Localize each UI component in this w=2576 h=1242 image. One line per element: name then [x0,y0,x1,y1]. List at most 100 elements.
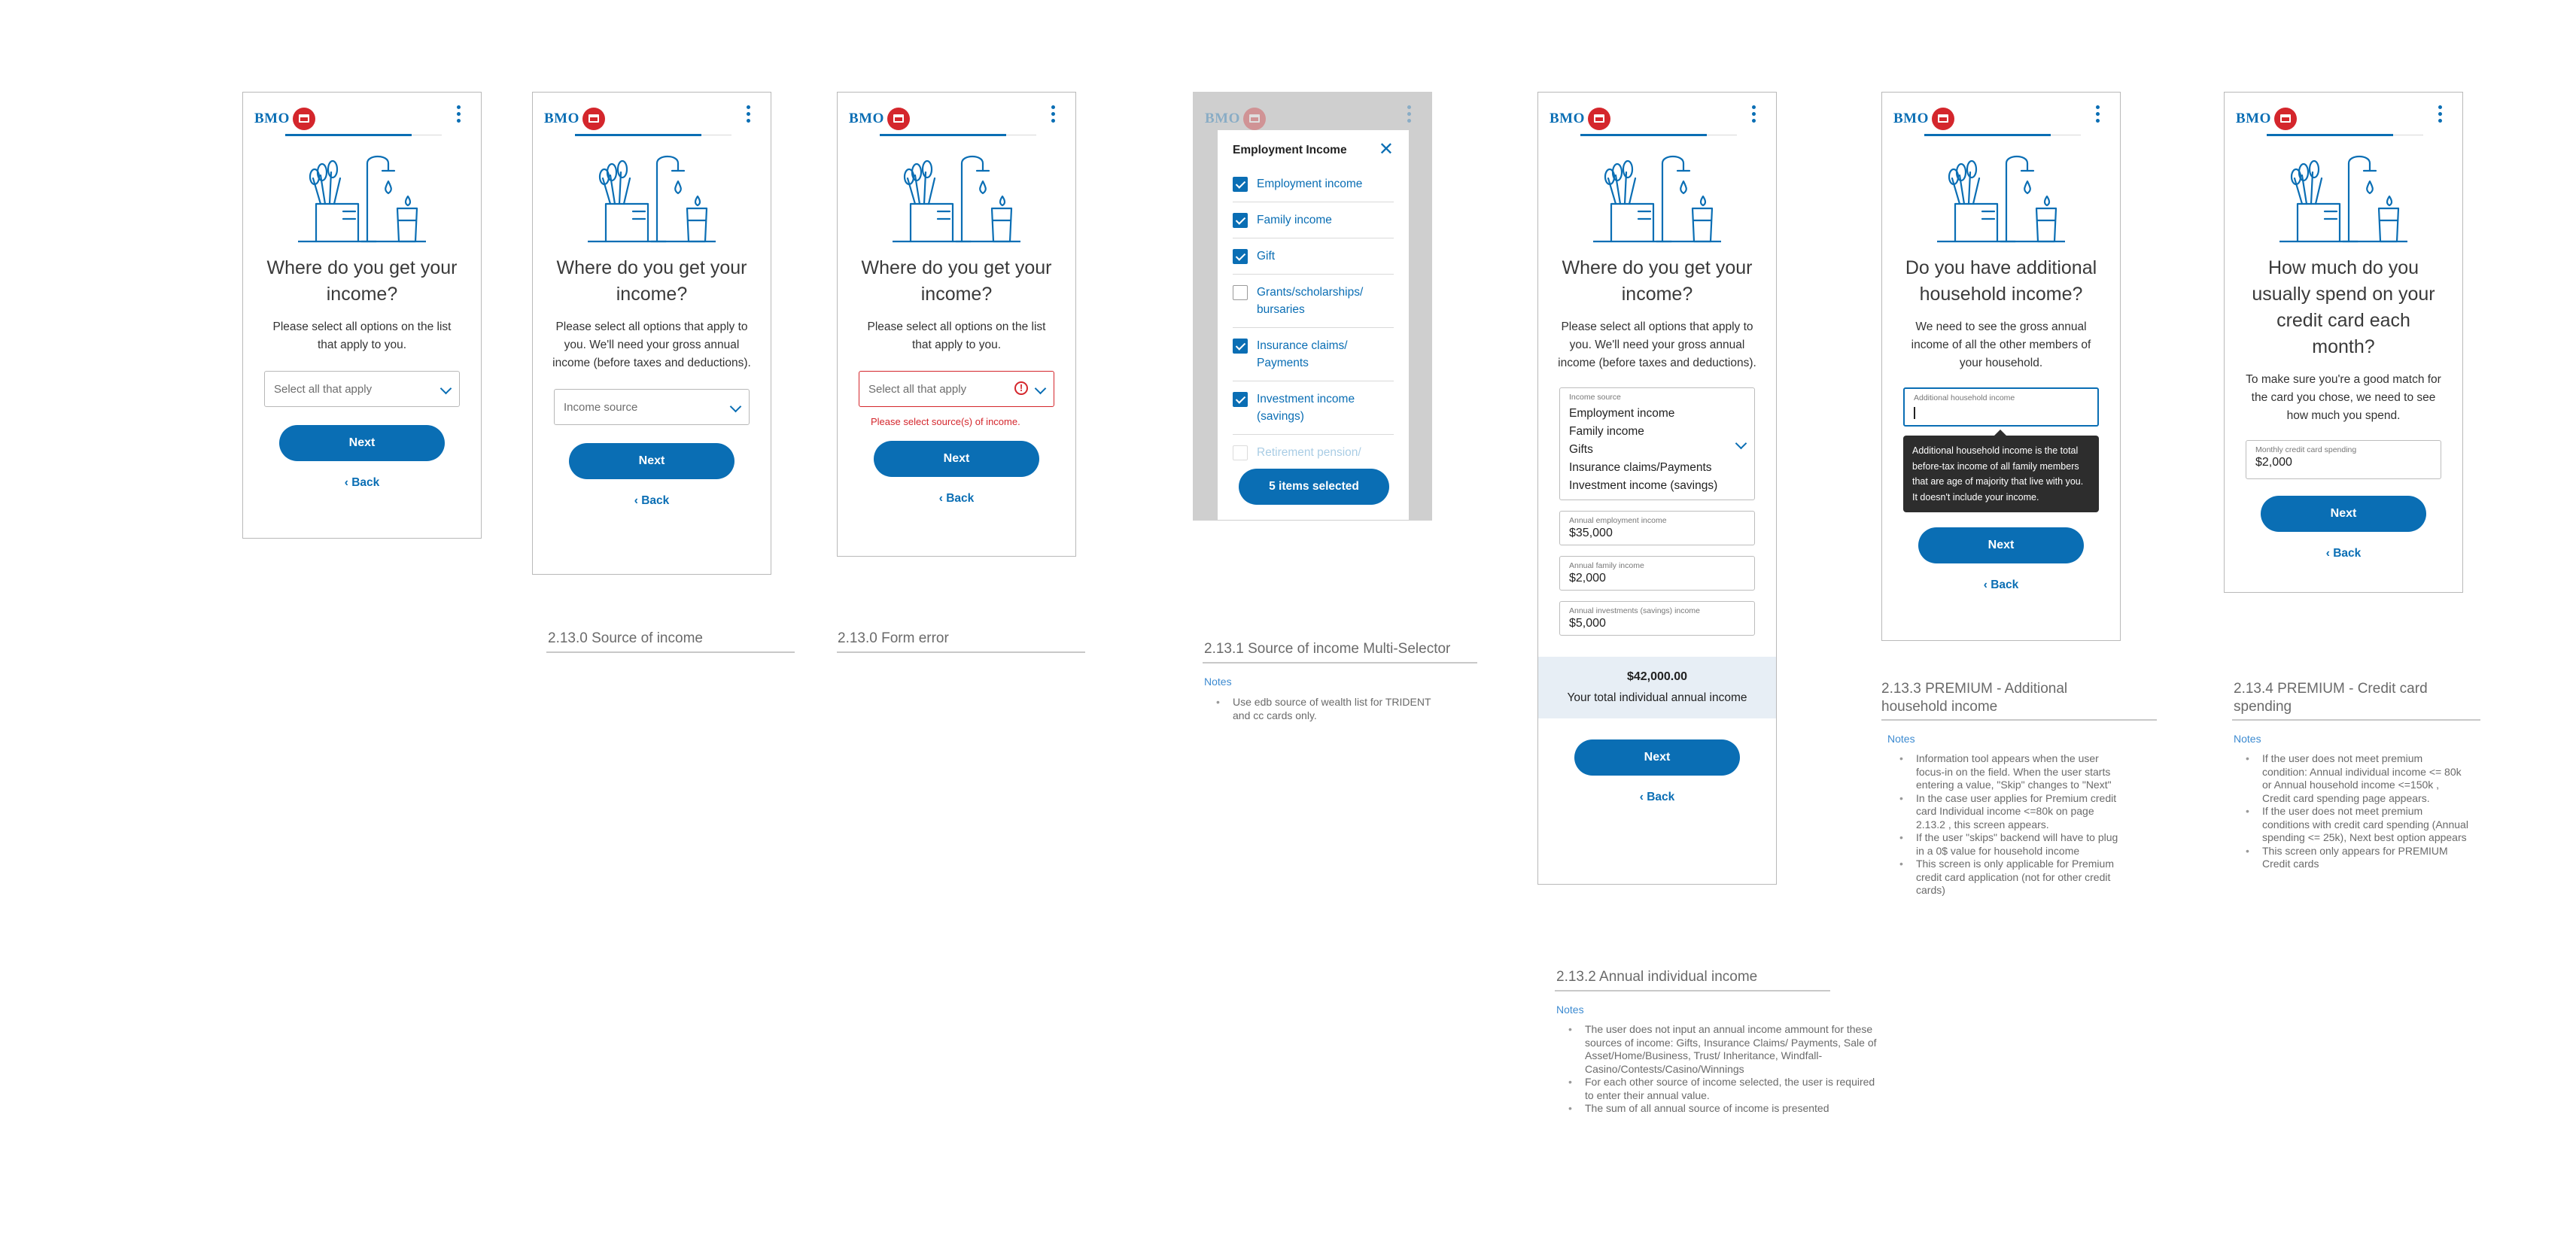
additional-household-income-input[interactable]: Additional household income [1903,387,2099,427]
notes-heading: Notes [1887,733,1915,745]
next-button[interactable]: Next [874,441,1039,477]
annual-income-input[interactable]: Annual family income $2,000 [1559,556,1755,591]
kitchen-sink-illustration [298,148,426,244]
caption-divider [1203,662,1477,664]
tooltip-text: Additional household income is the total… [1912,445,2084,503]
more-options-icon[interactable] [1752,105,1756,126]
checkbox-checked-icon[interactable] [1233,392,1248,407]
income-option[interactable]: Grants/scholarships/ bursaries [1233,275,1394,328]
back-link[interactable]: ‹ Back [2225,547,2462,560]
income-option-label: Gift [1257,250,1276,263]
field-value: $2,000 [1569,572,1606,585]
income-option[interactable]: Investment income (savings) [1233,381,1394,435]
bmo-roundel-icon [1587,108,1610,130]
caption-divider [1881,719,2157,721]
selected-source: Insurance claims/Payments [1569,461,1712,474]
page-description: Please select all options on the list th… [272,320,452,351]
income-option-label: Retirement pension/ [1257,446,1361,459]
select-placeholder: Income source [564,400,638,414]
more-options-icon[interactable] [747,105,751,126]
next-button[interactable]: Next [1574,739,1740,776]
note-item: In the case user applies for Premium cre… [1898,792,2124,832]
field-value: $35,000 [1569,527,1613,539]
more-options-icon[interactable] [2438,105,2443,126]
more-options-icon[interactable] [1051,105,1056,126]
caption-2-13-2: 2.13.2 Annual individual income [1556,969,1758,985]
tooltip-arrow [1994,430,2007,436]
screen-multi-selector: BMO Employment Income ✕ Employment incom… [1193,92,1432,521]
income-option[interactable]: Family income [1233,202,1394,238]
income-fields: Annual employment income $35,000 Annual fa… [1538,511,1776,636]
note-item: If the user does not meet premium condit… [2244,805,2470,845]
monthly-spending-input[interactable]: Monthly credit card spending $2,000 [2246,440,2441,479]
checkbox-checked-icon[interactable] [1233,177,1248,192]
note-item: The sum of all annual source of income i… [1567,1102,1883,1116]
income-option[interactable]: Retirement pension/ [1233,435,1394,470]
annual-income-input[interactable]: Annual investments (savings) income $5,00… [1559,601,1755,636]
caption-divider [2232,719,2480,721]
logo-text: BMO [2236,111,2271,126]
more-options-icon[interactable] [2096,105,2100,126]
checkbox-checked-icon[interactable] [1233,339,1248,354]
modal-title: Employment Income [1233,144,1347,156]
app-header: BMO [1538,93,1776,139]
note-item: This screen only appears for PREMIUM Cre… [2244,845,2470,871]
logo-text: BMO [849,111,884,126]
kitchen-sink-illustration [2279,148,2407,244]
checkbox-empty-icon[interactable] [1233,445,1248,460]
note-item: If the user does not meet premium condit… [2244,752,2470,805]
checkbox-empty-icon[interactable] [1233,285,1248,300]
bmo-logo: BMO [544,108,605,130]
selected-source: Family income [1569,425,1644,438]
logo-text: BMO [1893,111,1929,126]
next-button[interactable]: Next [1918,527,2084,563]
checkbox-checked-icon[interactable] [1233,213,1248,228]
close-icon[interactable]: ✕ [1379,141,1394,159]
progress-bar [575,134,731,136]
select-placeholder: Select all that apply [274,382,373,396]
bmo-roundel-icon [887,108,910,130]
back-label: Back [1647,791,1675,803]
more-options-icon[interactable] [457,105,461,126]
note-item: If the user "skips" backend will have to… [1898,831,2124,858]
chevron-down-icon [439,382,452,395]
back-link[interactable]: ‹ Back [1882,578,2120,592]
info-tooltip: Additional household income is the total… [1903,430,2099,512]
select-placeholder: Select all that apply [868,382,967,396]
page-title: Where do you get your income? [266,257,458,305]
caption-divider [1555,990,1830,991]
app-header: BMO [1882,93,2120,139]
income-option-label: Investment income (savings) [1257,393,1355,423]
screen-source-of-income: BMO Where do you get your income? Please… [532,92,771,575]
next-button[interactable]: Next [2261,496,2426,532]
income-option[interactable]: Insurance claims/ Payments [1233,328,1394,381]
caption-divider [837,651,1085,653]
checkbox-checked-icon[interactable] [1233,249,1248,264]
income-source-select[interactable]: Income source [554,389,750,425]
income-source-select-error[interactable]: Select all that apply ! [859,371,1054,407]
page-title: Where do you get your income? [556,257,747,305]
page-description: Please select all options that apply to … [1558,320,1756,369]
next-button[interactable]: Next [279,425,445,461]
income-option-label: Employment income [1257,178,1363,190]
next-button[interactable]: Next [569,443,734,479]
logo-text: BMO [254,111,290,126]
income-option[interactable]: Employment income [1233,166,1394,202]
total-label: Your total individual annual income [1567,691,1747,704]
back-link[interactable]: ‹ Back [1538,791,1776,804]
bmo-roundel-icon [2273,108,2297,130]
back-link[interactable]: ‹ Back [243,476,481,490]
progress-bar [1924,134,2081,136]
income-option[interactable]: Gift [1233,238,1394,275]
page-description: We need to see the gross annual income o… [1911,320,2091,369]
caption-2-13-1: 2.13.1 Source of income Multi-Selector [1204,641,1451,657]
back-link[interactable]: ‹ Back [533,494,771,508]
income-source-multiselect[interactable]: Income source Employment income Family in… [1559,387,1755,500]
note-item: This screen is only applicable for Premi… [1898,858,2124,897]
annual-income-input[interactable]: Annual employment income $35,000 [1559,511,1755,545]
back-link[interactable]: ‹ Back [838,492,1075,506]
total-value: $42,000.00 [1626,670,1688,683]
page-title: Where do you get your income? [861,257,1052,305]
items-selected-button[interactable]: 5 items selected [1239,469,1389,505]
income-source-select[interactable]: Select all that apply [264,371,460,407]
